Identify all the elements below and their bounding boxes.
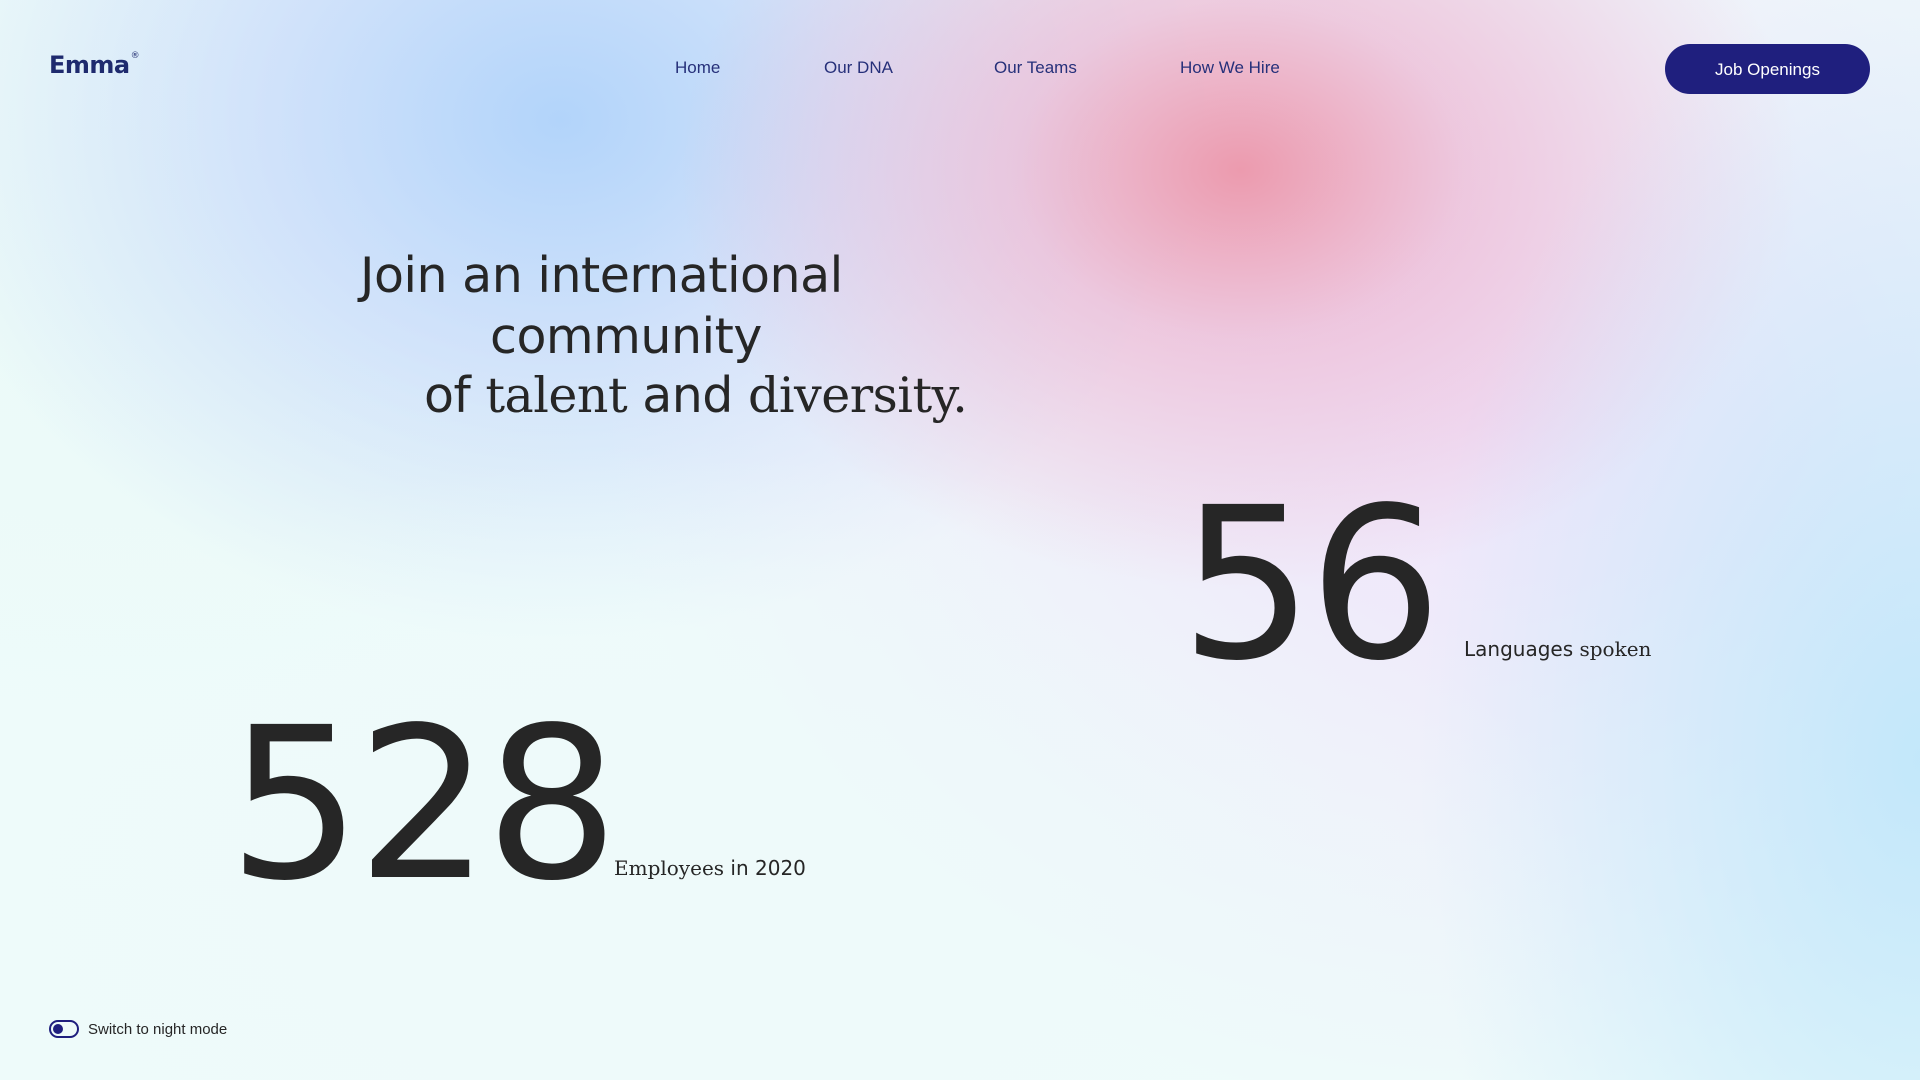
- nav-link-how-we-hire[interactable]: How We Hire: [1180, 57, 1280, 79]
- toggle-knob: [53, 1024, 63, 1034]
- stat-languages-value: 56: [1180, 462, 1442, 707]
- headline-of: of: [424, 367, 486, 424]
- headline-line-2: community: [490, 308, 762, 365]
- nav-link-our-teams[interactable]: Our Teams: [994, 57, 1077, 79]
- job-openings-button[interactable]: Job Openings: [1665, 44, 1870, 94]
- main-navigation: Home Our DNA Our Teams How We Hire: [0, 57, 1920, 79]
- night-mode-switch: Switch to night mode: [49, 1020, 227, 1038]
- stat-employees-label-plain: in 2020: [724, 856, 806, 880]
- stat-languages-label-serif: spoken: [1579, 637, 1652, 661]
- headline-talent: talent: [485, 367, 628, 424]
- stat-employees-label: Employees in 2020: [614, 856, 806, 880]
- night-mode-label[interactable]: Switch to night mode: [88, 1021, 227, 1038]
- stat-employees-label-serif: Employees: [614, 856, 725, 880]
- stat-employees-value: 528: [228, 682, 619, 927]
- headline-diversity: diversity.: [747, 367, 968, 424]
- headline-line-1: Join an international: [360, 247, 843, 304]
- headline-and: and: [627, 367, 748, 424]
- headline-line-3: of talent and diversity.: [424, 365, 968, 426]
- night-mode-toggle[interactable]: [49, 1020, 79, 1038]
- stat-languages-label-plain: Languages: [1464, 637, 1580, 661]
- nav-link-home[interactable]: Home: [675, 57, 720, 79]
- stat-languages-label: Languages spoken: [1464, 637, 1651, 661]
- nav-link-our-dna[interactable]: Our DNA: [824, 57, 893, 79]
